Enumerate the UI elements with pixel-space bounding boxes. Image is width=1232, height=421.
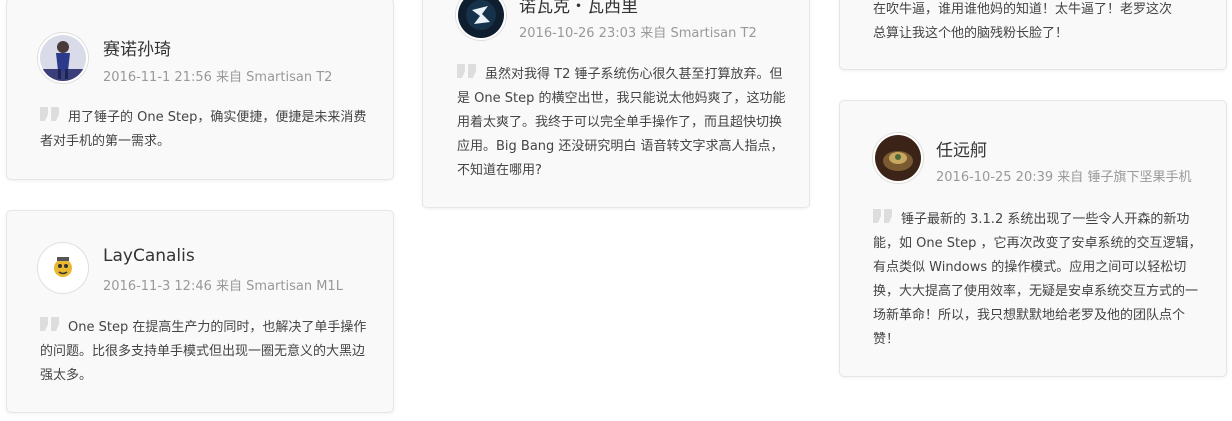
comment-meta: 2016-11-1 21:56 来自 Smartisan T2 <box>103 66 332 85</box>
comment-device: Smartisan T2 <box>670 26 757 41</box>
comment-card-4: 在吹牛逼，谁用谁他妈的知道！太牛逼了！老罗这次总算让我这个他的脑残粉长脸了！ <box>839 0 1227 70</box>
comment-body: 虽然对我得 T2 锤子系统伤心很久甚至打算放弃。但是 One Step 的横空出… <box>457 67 786 178</box>
comment-meta: 2016-11-3 12:46 来自 Smartisan M1L <box>103 275 343 294</box>
comment-date: 2016-11-1 21:56 <box>103 70 212 85</box>
commenter-name[interactable]: 任远舸 <box>936 136 987 161</box>
user-avatar-image <box>875 135 921 181</box>
comment-meta: 2016-10-25 20:39 来自 锤子旗下坚果手机 <box>936 166 1191 185</box>
comment-via: 来自 <box>640 26 667 41</box>
comment-body: One Step 在提高生产力的同时，也解决了单手操作的问题。比很多支持单手模式… <box>40 320 367 383</box>
quote-icon <box>40 317 62 331</box>
comment-body: 用了锤子的 One Step，确实便捷，便捷是未来消费者对手机的第一需求。 <box>40 110 367 149</box>
comment-card-3: 诺瓦克・瓦西里 2016-10-26 23:03 来自 Smartisan T2… <box>422 0 810 208</box>
user-avatar-image <box>40 35 86 81</box>
comment-via: 来自 <box>216 70 243 85</box>
user-avatar-image <box>40 245 86 291</box>
comment-via: 来自 <box>216 279 243 294</box>
comment-body: 锤子最新的 3.1.2 系统出现了一些令人开森的新功能，如 One Step ，… <box>873 212 1202 347</box>
avatar[interactable] <box>456 0 506 40</box>
comment-card-1: 赛诺孙琦 2016-11-1 21:56 来自 Smartisan T2 用了锤… <box>6 0 394 180</box>
comment-card-2: LayCanalis 2016-11-3 12:46 来自 Smartisan … <box>6 210 394 413</box>
quote-icon <box>873 209 895 223</box>
commenter-name[interactable]: LayCanalis <box>103 246 195 266</box>
comment-device: 锤子旗下坚果手机 <box>1087 170 1192 185</box>
comment-device: Smartisan M1L <box>246 279 343 294</box>
user-avatar-image <box>458 0 504 38</box>
comment-date: 2016-10-26 23:03 <box>519 26 637 41</box>
comment-text: 用了锤子的 One Step，确实便捷，便捷是未来消费者对手机的第一需求。 <box>40 106 370 154</box>
comment-device: Smartisan T2 <box>246 70 333 85</box>
avatar[interactable] <box>38 243 88 293</box>
avatar[interactable] <box>873 133 923 183</box>
comment-text: 在吹牛逼，谁用谁他妈的知道！太牛逼了！老罗这次总算让我这个他的脑残粉长脸了！ <box>873 0 1173 46</box>
comment-text: 虽然对我得 T2 锤子系统伤心很久甚至打算放弃。但是 One Step 的横空出… <box>457 63 787 183</box>
comment-date: 2016-10-25 20:39 <box>936 170 1054 185</box>
quote-icon <box>457 64 479 78</box>
comment-meta: 2016-10-26 23:03 来自 Smartisan T2 <box>519 22 757 41</box>
quote-icon <box>40 107 62 121</box>
commenter-name[interactable]: 诺瓦克・瓦西里 <box>519 0 638 17</box>
commenter-name[interactable]: 赛诺孙琦 <box>103 35 171 60</box>
comment-body: 在吹牛逼，谁用谁他妈的知道！太牛逼了！老罗这次总算让我这个他的脑残粉长脸了！ <box>873 2 1173 41</box>
comment-text: 锤子最新的 3.1.2 系统出现了一些令人开森的新功能，如 One Step ，… <box>873 208 1203 352</box>
comment-text: One Step 在提高生产力的同时，也解决了单手操作的问题。比很多支持单手模式… <box>40 316 370 388</box>
comment-via: 来自 <box>1057 170 1084 185</box>
comment-date: 2016-11-3 12:46 <box>103 279 212 294</box>
avatar[interactable] <box>38 33 88 83</box>
comment-card-5: 任远舸 2016-10-25 20:39 来自 锤子旗下坚果手机 锤子最新的 3… <box>839 100 1227 377</box>
